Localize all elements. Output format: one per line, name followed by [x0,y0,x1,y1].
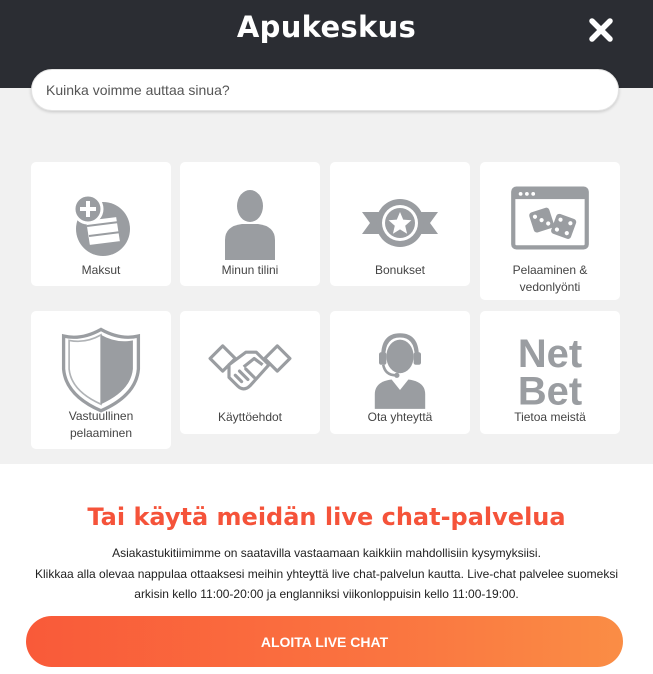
category-tietoa-meista[interactable]: Net Bet Tietoa meistä [480,311,620,434]
category-minun-tilini[interactable]: Minun tilini [180,162,320,286]
live-chat-description-line3: arkisin kello 11:00-20:00 ja englanniksi… [134,587,519,601]
live-chat-description-line1: Asiakastukitiimimme on saatavilla vastaa… [112,546,541,560]
tile-label: Bonukset [374,263,426,277]
star-badge-icon [362,199,438,247]
netbet-logo-icon: Net Bet [518,332,582,413]
tile-label: Käyttöehdot [217,410,283,424]
dice-window-icon [511,186,589,250]
tile-label: Ota yhteyttä [367,410,433,424]
svg-text:Bet: Bet [518,370,582,413]
start-live-chat-button[interactable]: ALOITA LIVE CHAT [26,616,623,667]
tile-label: Pelaaminen & vedonlyönti [512,263,588,294]
headset-agent-icon [374,333,426,409]
category-bonukset[interactable]: Bonukset [330,162,470,286]
tile-label: Vastuullinen pelaaminen [68,409,134,440]
handshake-icon [208,344,292,391]
category-vastuullinen-pelaaminen[interactable]: Vastuullinen pelaaminen [31,311,171,449]
live-chat-description-line2: Klikkaa alla olevaa nappulaa ottaaksesi … [34,567,618,581]
close-icon[interactable] [583,12,619,48]
shield-icon [61,327,141,413]
category-maksut[interactable]: Maksut [31,162,171,286]
search-input[interactable] [31,69,619,111]
wallet-plus-icon [72,193,130,256]
user-icon [225,190,275,260]
tile-label: Maksut [81,263,121,277]
category-ota-yhteytta[interactable]: Ota yhteyttä [330,311,470,434]
help-categories-area: Maksut Minun tilini Bonukset Pelaaminen … [0,88,653,464]
live-chat-title: Tai käytä meidän live chat-palvelua [87,503,566,531]
category-kayttoehdot[interactable]: Käyttöehdot [180,311,320,434]
tile-label: Tietoa meistä [514,410,586,424]
page-title: Apukeskus [236,10,417,44]
tile-label: Minun tilini [221,263,279,277]
category-pelaaminen-vedonlyonti[interactable]: Pelaaminen & vedonlyönti [480,162,620,300]
